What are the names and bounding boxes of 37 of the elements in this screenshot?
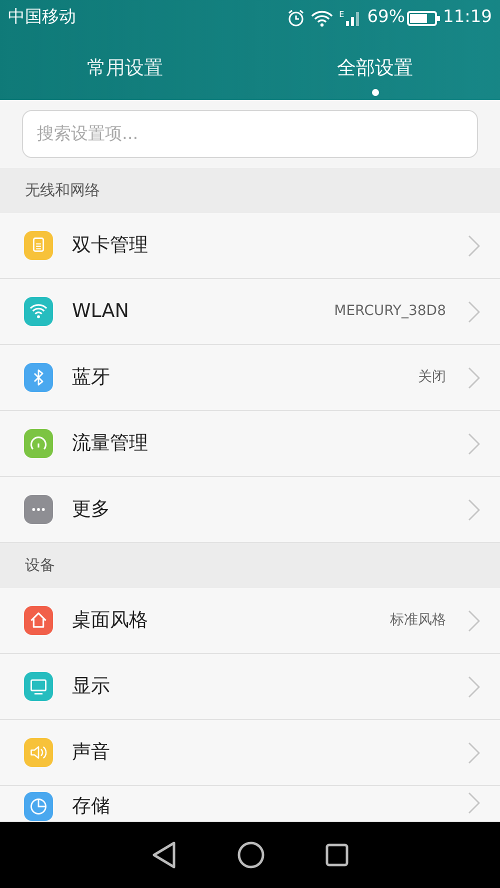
- row-value: 标准风格: [390, 611, 446, 630]
- row-label: 存储: [72, 794, 110, 819]
- battery-icon: [407, 10, 437, 26]
- battery-percent: 69%: [367, 6, 405, 30]
- alarm-icon: [287, 9, 306, 27]
- section-title: 无线和网络: [25, 180, 100, 202]
- tab[interactable]: 全部设置: [250, 36, 500, 100]
- row-label: 显示: [72, 674, 110, 700]
- carrier-name: 中国移动: [8, 6, 76, 30]
- row-label: 流量管理: [72, 431, 148, 456]
- signal-icon: [345, 10, 362, 26]
- clock-time: 11:19: [443, 6, 492, 30]
- chevron-right-icon: [468, 792, 480, 814]
- row-label: 双卡管理: [72, 233, 148, 258]
- chevron-right-icon: [468, 498, 480, 520]
- home-icon[interactable]: [237, 841, 265, 869]
- wifi-icon: [311, 9, 334, 27]
- row-label: WLAN: [72, 299, 130, 324]
- tab[interactable]: 常用设置: [0, 36, 250, 100]
- row-label: 更多: [72, 497, 110, 522]
- row-value: 关闭: [418, 368, 446, 387]
- network-type: E: [339, 9, 344, 22]
- row-label: 桌面风格: [72, 608, 148, 634]
- section-title: 设备: [25, 555, 55, 576]
- recents-icon[interactable]: [325, 843, 349, 867]
- chevron-right-icon: [468, 300, 480, 322]
- row-label: 蓝牙: [72, 365, 110, 390]
- chevron-right-icon: [468, 432, 480, 454]
- chevron-right-icon: [468, 366, 480, 388]
- chevron-right-icon: [468, 610, 480, 632]
- search-field[interactable]: 搜索设置项...: [22, 110, 478, 158]
- chevron-right-icon: [468, 676, 480, 698]
- row-label: 声音: [72, 740, 110, 766]
- row-value: MERCURY_38D8: [334, 302, 446, 321]
- chevron-right-icon: [468, 742, 480, 764]
- back-icon[interactable]: [151, 841, 177, 869]
- chevron-right-icon: [468, 234, 480, 256]
